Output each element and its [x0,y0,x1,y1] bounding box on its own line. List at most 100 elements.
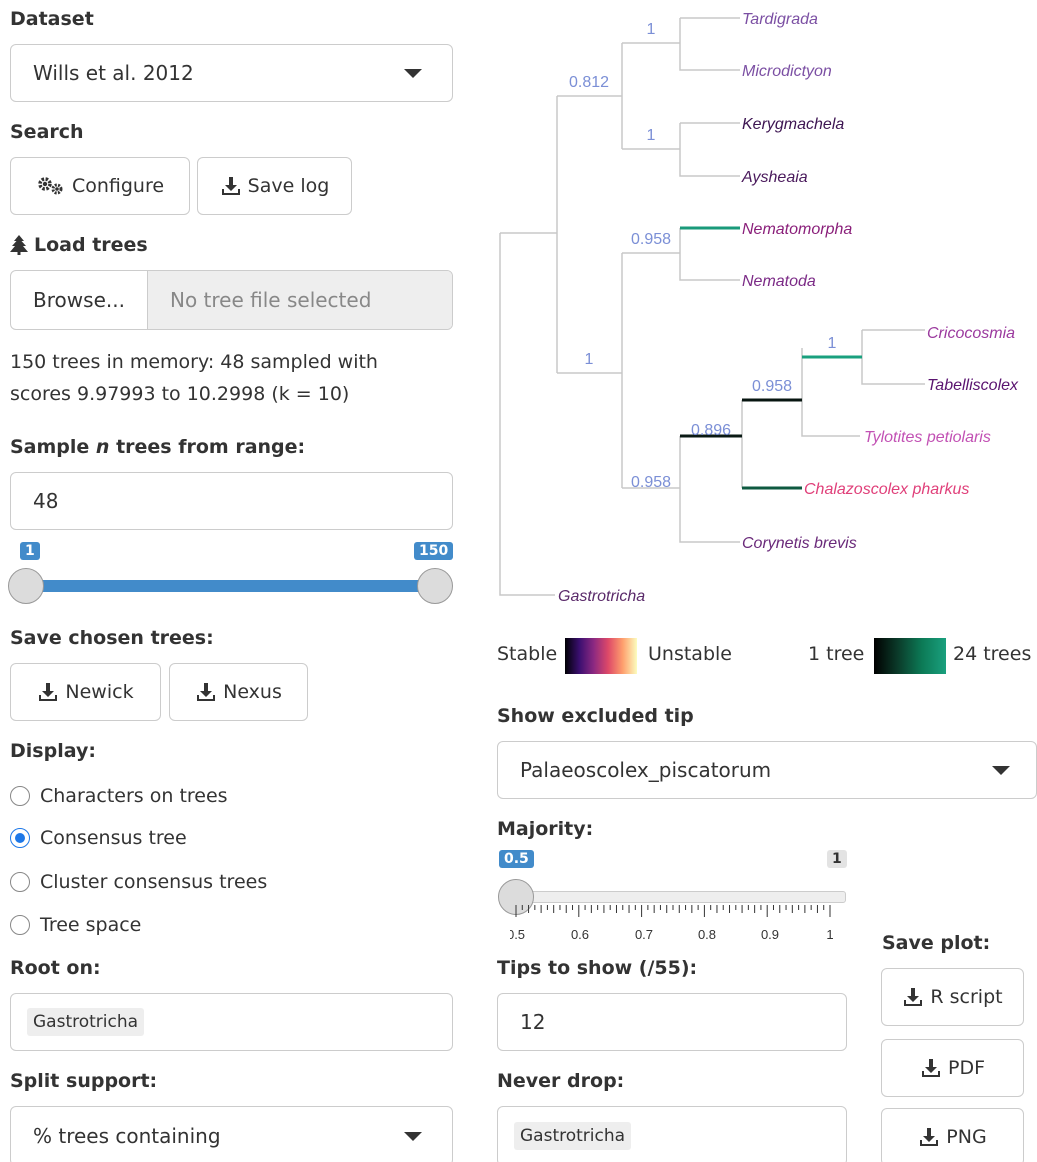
range-max-label: 150 [414,542,454,560]
range-slider-bar[interactable] [26,580,436,592]
display-option-cluster[interactable]: Cluster consensus trees [10,871,267,893]
svg-text:0.8: 0.8 [698,927,716,942]
memory-info-line2: scores 9.97993 to 10.2998 (k = 10) [10,383,350,405]
tip-label: Aysheaia [741,169,808,186]
tip-label: Microdictyon [742,63,832,80]
memory-info-line1: 150 trees in memory: 48 sampled with [10,351,378,373]
range-min-label: 1 [20,542,40,560]
legend-stable-label: Stable [497,643,558,665]
download-icon [921,1059,940,1077]
browse-button[interactable]: Browse... [11,271,148,329]
root-on-label: Root on: [10,957,101,979]
load-trees-label: Load trees [34,234,148,256]
radio-icon[interactable] [10,872,30,892]
tip-label: Nematomorpha [742,221,852,238]
tips-to-show-label: Tips to show (/55): [497,957,698,979]
display-option-consensus[interactable]: Consensus tree [10,827,187,849]
support-value: 0.958 [752,378,792,395]
consensus-tree-plot: 1 0.812 1 0.958 1 1 0.958 0.896 0.958 Ta… [499,11,1019,605]
tip-label: Kerygmachela [742,116,844,133]
svg-text:0.5: 0.5 [510,927,525,942]
load-trees-heading: Load trees [10,234,148,256]
excluded-tip-label: Show excluded tip [497,705,694,727]
download-icon [39,683,58,701]
dataset-select[interactable]: Wills et al. 2012 [10,44,453,102]
support-value: 1 [647,127,656,144]
majority-max-label: 1 [827,850,847,868]
nexus-button[interactable]: Nexus [169,663,308,721]
save-log-button[interactable]: Save log [197,157,352,215]
tip-label: Tylotites petiolaris [864,429,991,446]
pdf-label: PDF [947,1057,986,1079]
sample-count-input[interactable]: 48 [10,472,453,530]
dataset-label: Dataset [10,8,94,30]
chevron-down-icon [404,1131,422,1141]
sample-label: Sample n trees from range: [10,436,306,458]
newick-label: Newick [65,681,134,703]
png-label: PNG [946,1126,987,1148]
tip-label: Tardigrada [742,11,818,28]
svg-text:0.7: 0.7 [635,927,653,942]
tip-label: Chalazoscolex pharkus [804,481,969,498]
display-option-tree-space[interactable]: Tree space [10,914,141,936]
radio-selected-icon[interactable] [10,828,30,848]
range-min-handle[interactable] [8,568,44,604]
dataset-value: Wills et al. 2012 [33,61,194,85]
support-value: 0.812 [569,74,609,91]
range-max-handle[interactable] [417,568,453,604]
configure-button[interactable]: Configure [10,157,190,215]
tips-to-show-input[interactable]: 12 [497,993,847,1051]
tip-label: Cricocosmia [927,325,1015,342]
download-icon [904,988,923,1006]
tip-label: Tabelliscolex [927,377,1019,394]
tip-label: Gastrotricha [558,588,645,605]
save-png-button[interactable]: PNG [881,1108,1024,1162]
never-drop-input[interactable]: Gastrotricha [497,1106,847,1162]
r-script-label: R script [930,986,1003,1008]
legend-unstable-label: Unstable [648,643,732,665]
legend-many-trees-label: 24 trees [953,643,1032,665]
save-r-script-button[interactable]: R script [881,968,1024,1026]
radio-icon[interactable] [10,786,30,806]
radio-icon[interactable] [10,915,30,935]
newick-button[interactable]: Newick [10,663,161,721]
tip-label: Corynetis brevis [742,535,857,552]
majority-slider-track[interactable] [510,891,846,903]
support-value: 0.958 [631,474,671,491]
chevron-down-icon [992,765,1010,775]
svg-text:0.6: 0.6 [571,927,589,942]
search-label: Search [10,121,84,143]
root-tag[interactable]: Gastrotricha [27,1008,145,1036]
tree-file-input[interactable]: Browse... No tree file selected [10,270,453,330]
memory-info: 150 trees in memory: 48 sampled with sco… [10,346,378,410]
never-drop-tag[interactable]: Gastrotricha [514,1122,632,1150]
save-log-label: Save log [247,175,330,197]
tree-icon [10,235,28,255]
never-drop-label: Never drop: [497,1070,625,1092]
svg-text:0.9: 0.9 [761,927,779,942]
split-support-label: Split support: [10,1070,158,1092]
majority-value-label: 0.5 [499,850,534,868]
support-value: 0.896 [691,422,731,439]
support-value: 1 [647,21,656,38]
download-icon [920,1128,939,1146]
split-support-select[interactable]: % trees containing [10,1106,453,1162]
display-option-characters[interactable]: Characters on trees [10,785,228,807]
configure-label: Configure [71,175,165,197]
svg-text:1: 1 [826,927,833,942]
display-label: Display: [10,740,96,762]
save-trees-label: Save chosen trees: [10,627,214,649]
chevron-down-icon [404,68,422,78]
excluded-tip-select[interactable]: Palaeoscolex_piscatorum [497,741,1037,799]
tip-label: Nematoda [742,273,816,290]
majority-label: Majority: [497,818,594,840]
support-value: 1 [828,335,837,352]
save-pdf-button[interactable]: PDF [881,1039,1024,1097]
support-value: 0.958 [631,231,671,248]
root-on-input[interactable]: Gastrotricha [10,993,453,1051]
majority-slider-ticks: 0.5 0.6 0.7 0.8 0.9 1 [510,905,834,942]
stability-color-bar [565,638,637,674]
nexus-label: Nexus [223,681,282,703]
tree-count-color-bar [874,638,946,674]
gears-icon [38,177,63,195]
